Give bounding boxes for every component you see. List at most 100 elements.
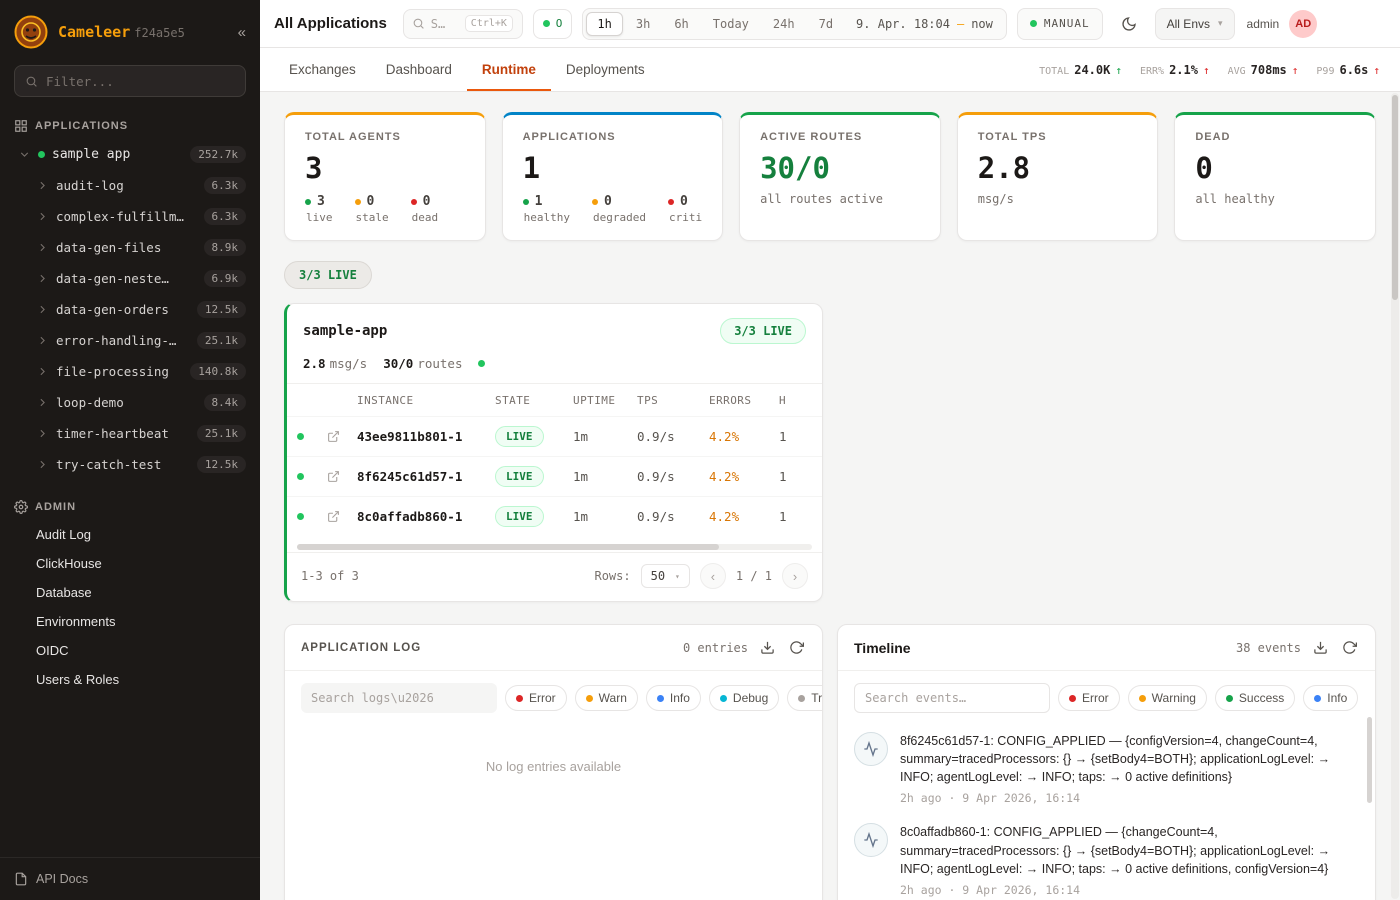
sidebar-item-label: file-processing xyxy=(56,364,169,379)
search-icon xyxy=(25,75,38,88)
timeline-event[interactable]: 8c0affadb860-1: CONFIG_APPLIED — {change… xyxy=(854,814,1357,900)
tab-dashboard[interactable]: Dashboard xyxy=(371,48,467,91)
timeline-search-input[interactable] xyxy=(854,683,1050,713)
filter-chip-warn[interactable]: Warn xyxy=(575,685,638,711)
chevron-right-icon xyxy=(36,334,49,347)
external-link-icon xyxy=(327,470,340,483)
live-summary-chip[interactable]: 3/3 LIVE xyxy=(284,261,372,289)
tab-deployments[interactable]: Deployments xyxy=(551,48,660,91)
filter-chip-trace[interactable]: Trace xyxy=(787,685,823,711)
global-search-input[interactable] xyxy=(431,17,459,31)
sidebar-item-route[interactable]: audit-log 6.3k xyxy=(0,170,260,201)
refresh-events-button[interactable] xyxy=(1340,638,1359,657)
scrollbar-thumb[interactable] xyxy=(1392,95,1398,300)
sidebar-item-route[interactable]: data-gen-files 8.9k xyxy=(0,232,260,263)
breakdown-count: 1 xyxy=(535,194,543,209)
sidebar-item-database[interactable]: Database xyxy=(0,578,260,607)
range-button-1h[interactable]: 1h xyxy=(586,12,622,36)
timeline-scrollbar[interactable] xyxy=(1367,717,1372,803)
dark-mode-toggle[interactable] xyxy=(1113,8,1145,40)
filter-chip-error[interactable]: Error xyxy=(505,685,567,711)
sidebar-item-route[interactable]: error-handling-… 25.1k xyxy=(0,325,260,356)
sidebar-item-route[interactable]: timer-heartbeat 25.1k xyxy=(0,418,260,449)
sidebar-item-route[interactable]: data-gen-neste… 6.9k xyxy=(0,263,260,294)
online-dot xyxy=(543,20,550,27)
row-range-label: 1-3 of 3 xyxy=(301,569,359,583)
log-search-input[interactable] xyxy=(301,683,497,713)
tps-value: 0.9/s xyxy=(637,509,709,524)
api-docs-link[interactable]: API Docs xyxy=(0,857,260,900)
stat-value: 2.8 xyxy=(978,151,1138,185)
chevron-right-icon xyxy=(36,241,49,254)
download-events-button[interactable] xyxy=(1311,638,1330,657)
col-heap: H xyxy=(779,394,809,407)
api-docs-label: API Docs xyxy=(36,872,88,886)
sidebar-filter[interactable] xyxy=(14,65,246,97)
state-badge: LIVE xyxy=(495,506,544,527)
global-search[interactable]: Ctrl+K xyxy=(403,9,523,39)
level-dot xyxy=(516,695,523,702)
open-instance-button[interactable] xyxy=(327,470,357,483)
range-button-today[interactable]: Today xyxy=(702,12,760,36)
event-text: 8f6245c61d57-1: CONFIG_APPLIED — {config… xyxy=(900,732,1357,786)
manual-dot xyxy=(1030,20,1037,27)
filter-chip-success[interactable]: Success xyxy=(1215,685,1295,711)
next-page-button[interactable]: › xyxy=(782,563,808,589)
sidebar-collapse-button[interactable]: « xyxy=(238,24,246,41)
filter-chip-warning[interactable]: Warning xyxy=(1128,685,1207,711)
sidebar-item-oidc[interactable]: OIDC xyxy=(0,636,260,665)
open-instance-button[interactable] xyxy=(327,430,357,443)
stat-value: 1 xyxy=(523,151,702,185)
chip-label: Trace xyxy=(811,691,823,705)
chip-label: Info xyxy=(1327,691,1347,705)
user-name: admin xyxy=(1247,17,1280,31)
prev-page-button[interactable]: ‹ xyxy=(700,563,726,589)
table-row[interactable]: 43ee9811b801-1 LIVE 1m 0.9/s 4.2% 1 xyxy=(287,416,822,456)
scrollbar-thumb[interactable] xyxy=(297,544,719,550)
sidebar-item-sample-app[interactable]: sample app 252.7k xyxy=(0,139,260,170)
timeline-event[interactable]: 8f6245c61d57-1: CONFIG_APPLIED — {config… xyxy=(854,723,1357,814)
sidebar-item-clickhouse[interactable]: ClickHouse xyxy=(0,549,260,578)
filter-chip-debug[interactable]: Debug xyxy=(709,685,779,711)
table-row[interactable]: 8f6245c61d57-1 LIVE 1m 0.9/s 4.2% 1 xyxy=(287,456,822,496)
time-to: now xyxy=(971,17,993,31)
filter-chip-info[interactable]: Info xyxy=(646,685,701,711)
avatar[interactable]: AD xyxy=(1289,10,1317,38)
env-select[interactable]: All Envs ▾ xyxy=(1155,8,1235,40)
sidebar-item-route[interactable]: file-processing 140.8k xyxy=(0,356,260,387)
refresh-mode-button[interactable]: MANUAL xyxy=(1017,8,1103,40)
open-instance-button[interactable] xyxy=(327,510,357,523)
uptime-value: 1m xyxy=(573,469,637,484)
sidebar-item-route[interactable]: loop-demo 8.4k xyxy=(0,387,260,418)
range-button-24h[interactable]: 24h xyxy=(762,12,806,36)
sidebar-item-environments[interactable]: Environments xyxy=(0,607,260,636)
sidebar-item-users-roles[interactable]: Users & Roles xyxy=(0,665,260,694)
chevron-right-icon xyxy=(36,396,49,409)
page-indicator: 1 / 1 xyxy=(736,569,772,583)
refresh-logs-button[interactable] xyxy=(787,638,806,657)
range-button-6h[interactable]: 6h xyxy=(663,12,699,36)
brand-suffix: f24a5e5 xyxy=(134,26,185,40)
range-button-7d[interactable]: 7d xyxy=(808,12,844,36)
filter-chip-info[interactable]: Info xyxy=(1303,685,1358,711)
table-row[interactable]: 8c0affadb860-1 LIVE 1m 0.9/s 4.2% 1 xyxy=(287,496,822,536)
sidebar-item-route[interactable]: complex-fulfillm… 6.3k xyxy=(0,201,260,232)
table-footer: 1-3 of 3 Rows: 50 ▾ ‹ 1 / 1 › xyxy=(287,552,822,601)
sidebar-item-audit-log[interactable]: Audit Log xyxy=(0,520,260,549)
chevron-right-icon xyxy=(36,210,49,223)
online-indicator[interactable]: O xyxy=(533,9,573,39)
sidebar-item-route[interactable]: data-gen-orders 12.5k xyxy=(0,294,260,325)
sidebar-filter-input[interactable] xyxy=(46,74,235,89)
sidebar-item-route[interactable]: try-catch-test 12.5k xyxy=(0,449,260,480)
filter-chip-error[interactable]: Error xyxy=(1058,685,1120,711)
download-logs-button[interactable] xyxy=(758,638,777,657)
level-dot xyxy=(657,695,664,702)
range-button-3h[interactable]: 3h xyxy=(625,12,661,36)
stat-title: TOTAL TPS xyxy=(978,131,1138,143)
page-scrollbar[interactable] xyxy=(1391,93,1399,899)
horizontal-scrollbar[interactable] xyxy=(297,544,812,550)
tab-runtime[interactable]: Runtime xyxy=(467,48,551,91)
rows-per-page-select[interactable]: 50 ▾ xyxy=(641,564,690,588)
metric-label: ERR% xyxy=(1140,66,1164,77)
tab-exchanges[interactable]: Exchanges xyxy=(274,48,371,91)
